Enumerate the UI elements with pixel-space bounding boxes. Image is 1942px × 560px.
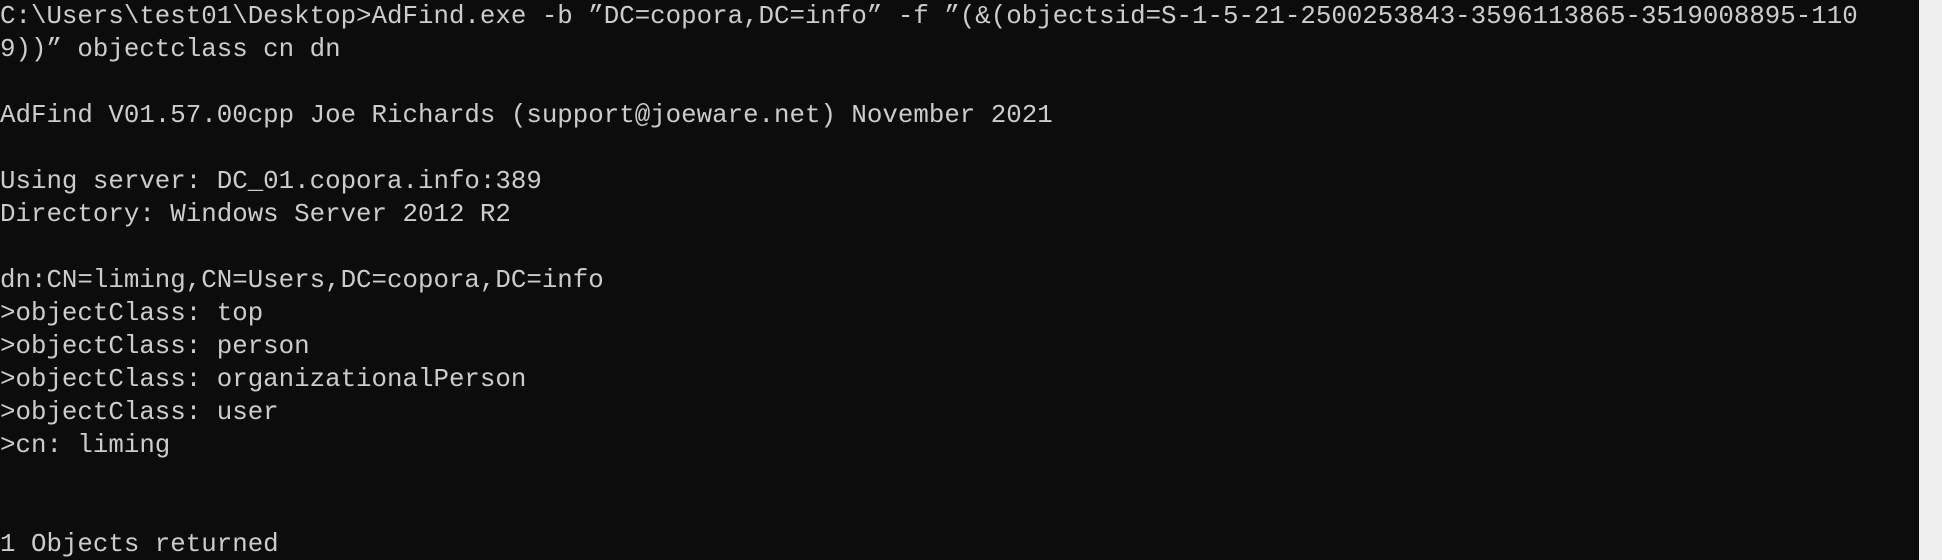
result-count: 1 Objects returned bbox=[0, 530, 279, 559]
command-line-continued: 9))” objectclass cn dn bbox=[0, 35, 341, 64]
console-output[interactable]: C:\Users\test01\Desktop>AdFind.exe -b ”D… bbox=[0, 0, 1919, 560]
vertical-scrollbar[interactable] bbox=[1919, 0, 1942, 560]
result-attribute: >objectClass: organizationalPerson bbox=[0, 365, 527, 394]
version-banner: AdFind V01.57.00cpp Joe Richards (suppor… bbox=[0, 101, 1053, 130]
result-attribute: >objectClass: top bbox=[0, 299, 264, 328]
result-attribute: >objectClass: user bbox=[0, 398, 279, 427]
server-info: Using server: DC_01.copora.info:389 bbox=[0, 167, 542, 196]
result-attribute: >cn: liming bbox=[0, 431, 171, 460]
result-attribute: >objectClass: person bbox=[0, 332, 310, 361]
command-line: C:\Users\test01\Desktop>AdFind.exe -b ”D… bbox=[0, 2, 1858, 31]
directory-info: Directory: Windows Server 2012 R2 bbox=[0, 200, 511, 229]
result-dn: dn:CN=liming,CN=Users,DC=copora,DC=info bbox=[0, 266, 604, 295]
